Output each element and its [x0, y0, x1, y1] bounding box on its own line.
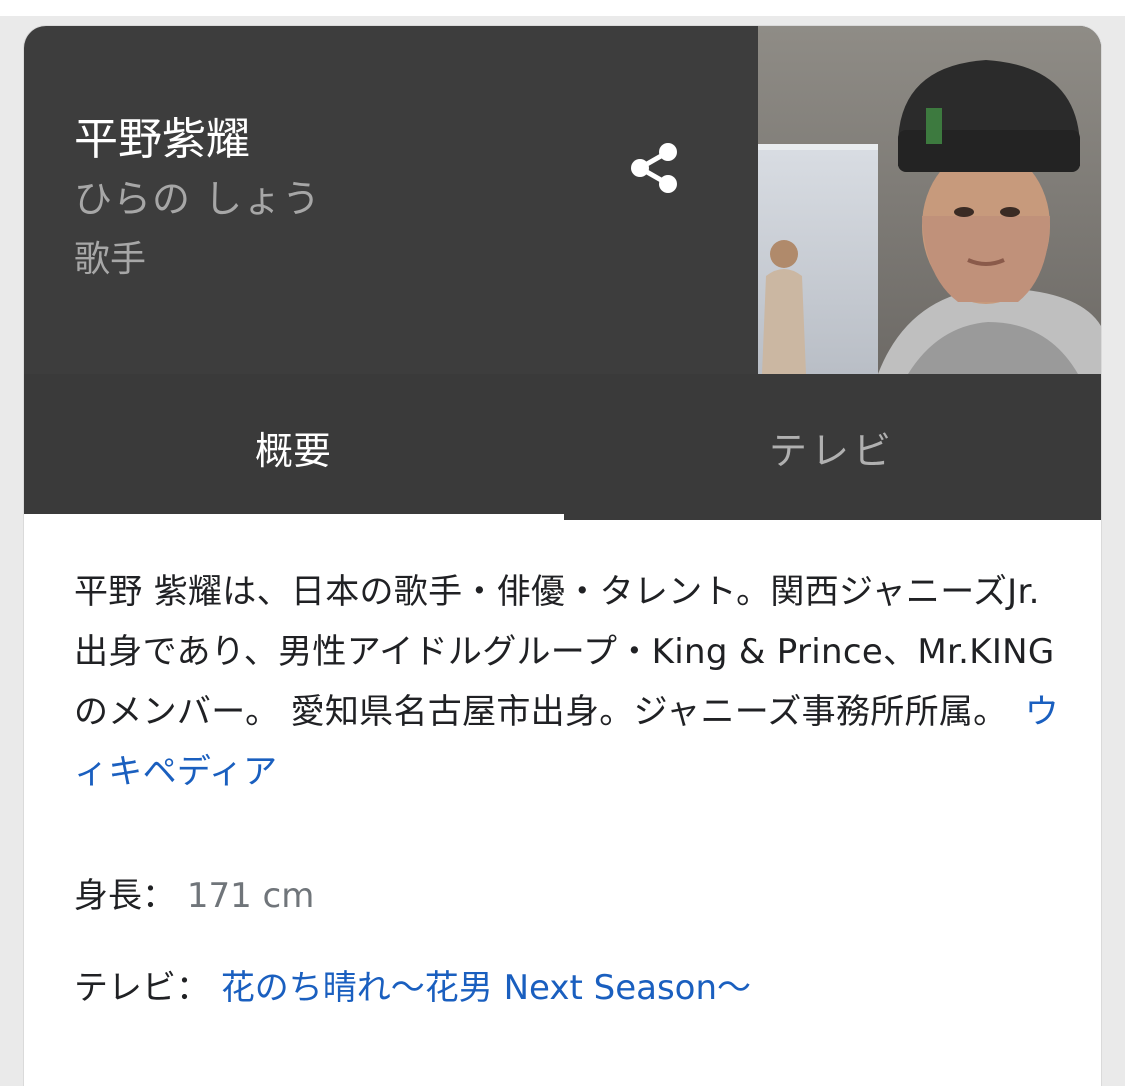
- tab-tv[interactable]: テレビ: [563, 374, 1101, 520]
- occupation: 歌手: [74, 239, 147, 280]
- description-section: 平野 紫耀は、日本の歌手・俳優・タレント。関西ジャニーズJr.出身であり、男性ア…: [74, 562, 1064, 802]
- tab-bar: 概要 テレビ: [24, 374, 1101, 520]
- description-text: 平野 紫耀は、日本の歌手・俳優・タレント。関西ジャニーズJr.出身であり、男性ア…: [74, 562, 1064, 802]
- name-reading: ひらの しょう: [74, 177, 322, 221]
- description-body: 平野 紫耀は、日本の歌手・俳優・タレント。関西ジャニーズJr.出身であり、男性ア…: [74, 572, 1055, 732]
- fact-height-value: 171 cm: [186, 876, 315, 916]
- panel-header: 平野紫耀 ひらの しょう 歌手: [24, 26, 1101, 374]
- selected-tab-indicator: [24, 514, 564, 520]
- fact-tv-label: テレビ: [74, 968, 176, 1008]
- share-icon[interactable]: [616, 130, 692, 206]
- knowledge-panel-card: 平野紫耀 ひらの しょう 歌手 概要 テレビ 平野 紫耀は、日本の歌手・俳優・タ…: [24, 26, 1101, 1086]
- fact-height-label: 身長: [74, 876, 142, 916]
- fact-tv-separator: ：: [176, 968, 210, 1008]
- fact-height-separator: ：: [142, 876, 176, 916]
- fact-tv-link[interactable]: 花のち晴れ～花男 Next Season～: [221, 968, 751, 1008]
- fact-tv: テレビ： 花のち晴れ～花男 Next Season～: [74, 966, 751, 1010]
- profile-photo[interactable]: [758, 26, 1101, 374]
- person-name: 平野紫耀: [74, 114, 250, 165]
- top-sliver: [0, 0, 1125, 16]
- fact-height: 身長： 171 cm: [74, 874, 314, 918]
- tab-overview[interactable]: 概要: [24, 374, 562, 520]
